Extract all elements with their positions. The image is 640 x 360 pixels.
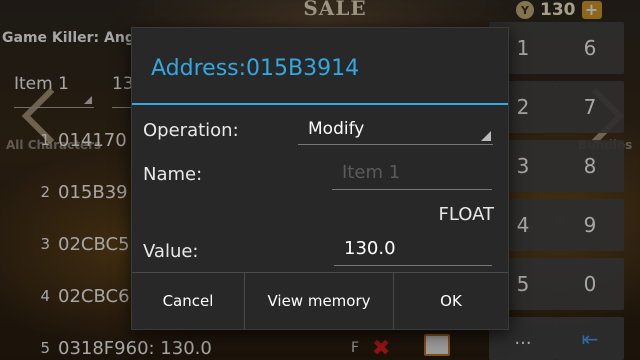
view-memory-button[interactable]: View memory <box>245 273 394 329</box>
operation-value: Modify <box>308 119 365 139</box>
cancel-button[interactable]: Cancel <box>132 273 245 329</box>
value-type-label: FLOAT <box>438 204 494 225</box>
title-divider <box>132 103 508 105</box>
value-label: Value: <box>143 241 199 262</box>
name-label: Name: <box>143 164 203 185</box>
name-field[interactable]: Item 1 <box>332 162 492 190</box>
value-field[interactable]: 130.0 <box>334 238 492 266</box>
dropdown-triangle-icon <box>481 131 491 141</box>
dialog-title: Address:015B3914 <box>151 56 360 81</box>
ok-button[interactable]: OK <box>394 273 508 329</box>
dialog-button-bar: Cancel View memory OK <box>132 272 508 329</box>
operation-select[interactable]: Modify <box>298 111 493 145</box>
modify-address-dialog: Address:015B3914 Operation: Modify Name:… <box>131 27 509 330</box>
operation-label: Operation: <box>143 120 239 141</box>
